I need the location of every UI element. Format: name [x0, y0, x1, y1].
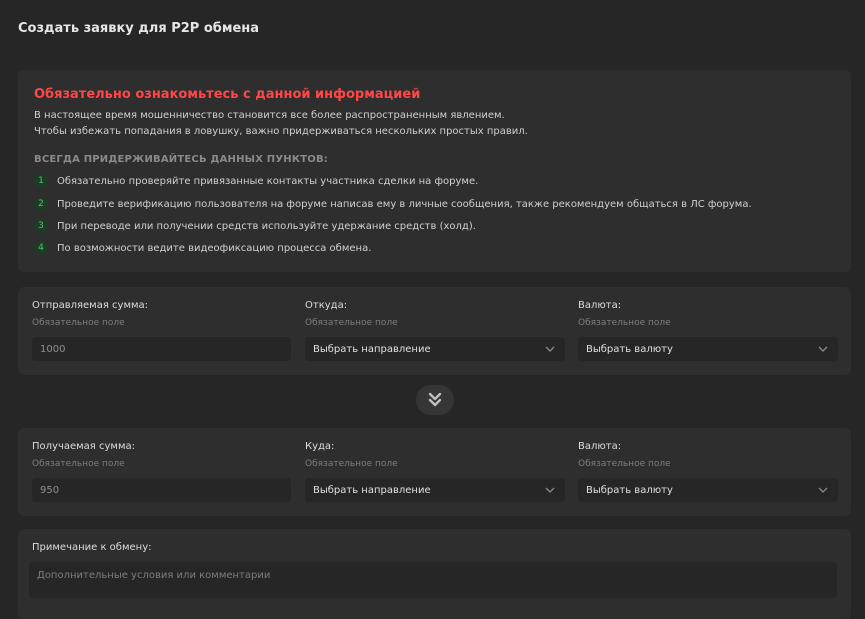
chevron-down-icon: [545, 346, 555, 352]
send-amount-hint: Обязательное поле: [32, 318, 125, 328]
receive-currency-label: Валюта:: [578, 441, 622, 452]
info-card: Обязательно ознакомьтесь с данной информ…: [18, 70, 851, 272]
rule-number-badge: 3: [34, 219, 48, 233]
send-card: Отправляемая сумма: Обязательное поле 10…: [18, 287, 851, 375]
rule-item: 2 Проведите верификацию пользователя на …: [34, 197, 752, 211]
rule-text: Проведите верификацию пользователя на фо…: [57, 198, 752, 210]
send-from-value: Выбрать направление: [313, 343, 431, 355]
info-line: Чтобы избежать попадания в ловушку, важн…: [34, 126, 528, 137]
receive-to-label: Куда:: [305, 441, 335, 452]
rule-item: 1 Обязательно проверяйте привязанные кон…: [34, 174, 478, 188]
page-title: Создать заявку для P2P обмена: [18, 21, 260, 36]
send-amount-input[interactable]: 1000: [32, 337, 291, 361]
rule-item: 4 По возможности ведите видеофиксацию пр…: [34, 241, 371, 255]
warning-title: Обязательно ознакомьтесь с данной информ…: [34, 87, 421, 102]
rule-item: 3 При переводе или получении средств исп…: [34, 219, 476, 233]
receive-currency-hint: Обязательное поле: [578, 459, 671, 469]
send-from-label: Откуда:: [305, 300, 348, 311]
rule-text: Обязательно проверяйте привязанные конта…: [57, 175, 479, 187]
receive-card: Получаемая сумма: Обязательное поле 950 …: [18, 428, 851, 516]
receive-currency-value: Выбрать валюту: [586, 484, 673, 496]
double-chevron-down-icon: [428, 392, 442, 407]
rules-heading: ВСЕГДА ПРИДЕРЖИВАЙТЕСЬ ДАННЫХ ПУНКТОВ:: [34, 154, 328, 165]
rule-text: При переводе или получении средств испол…: [57, 220, 476, 232]
note-textarea[interactable]: Дополнительные условия или комментарии: [29, 562, 837, 598]
note-label: Примечание к обмену:: [32, 542, 152, 553]
chevron-down-icon: [545, 487, 555, 493]
receive-amount-label: Получаемая сумма:: [32, 441, 136, 452]
chevron-down-icon: [818, 346, 828, 352]
receive-amount-hint: Обязательное поле: [32, 459, 125, 469]
send-currency-hint: Обязательное поле: [578, 318, 671, 328]
rule-number-badge: 2: [34, 197, 48, 211]
rule-text: По возможности ведите видеофиксацию проц…: [57, 242, 372, 254]
rule-number-badge: 4: [34, 241, 48, 255]
info-line: В настоящее время мошенничество становит…: [34, 110, 505, 121]
chevron-down-icon: [818, 487, 828, 493]
send-currency-select[interactable]: Выбрать валюту: [578, 337, 838, 361]
send-amount-label: Отправляемая сумма:: [32, 300, 149, 311]
send-currency-label: Валюта:: [578, 300, 622, 311]
note-card: Примечание к обмену: Дополнительные усло…: [18, 529, 851, 619]
send-from-select[interactable]: Выбрать направление: [305, 337, 565, 361]
receive-amount-input[interactable]: 950: [32, 478, 291, 502]
send-from-hint: Обязательное поле: [305, 318, 398, 328]
swap-direction-button[interactable]: [416, 385, 454, 415]
rule-number-badge: 1: [34, 174, 48, 188]
receive-to-select[interactable]: Выбрать направление: [305, 478, 565, 502]
send-currency-value: Выбрать валюту: [586, 343, 673, 355]
receive-to-value: Выбрать направление: [313, 484, 431, 496]
receive-to-hint: Обязательное поле: [305, 459, 398, 469]
receive-currency-select[interactable]: Выбрать валюту: [578, 478, 838, 502]
